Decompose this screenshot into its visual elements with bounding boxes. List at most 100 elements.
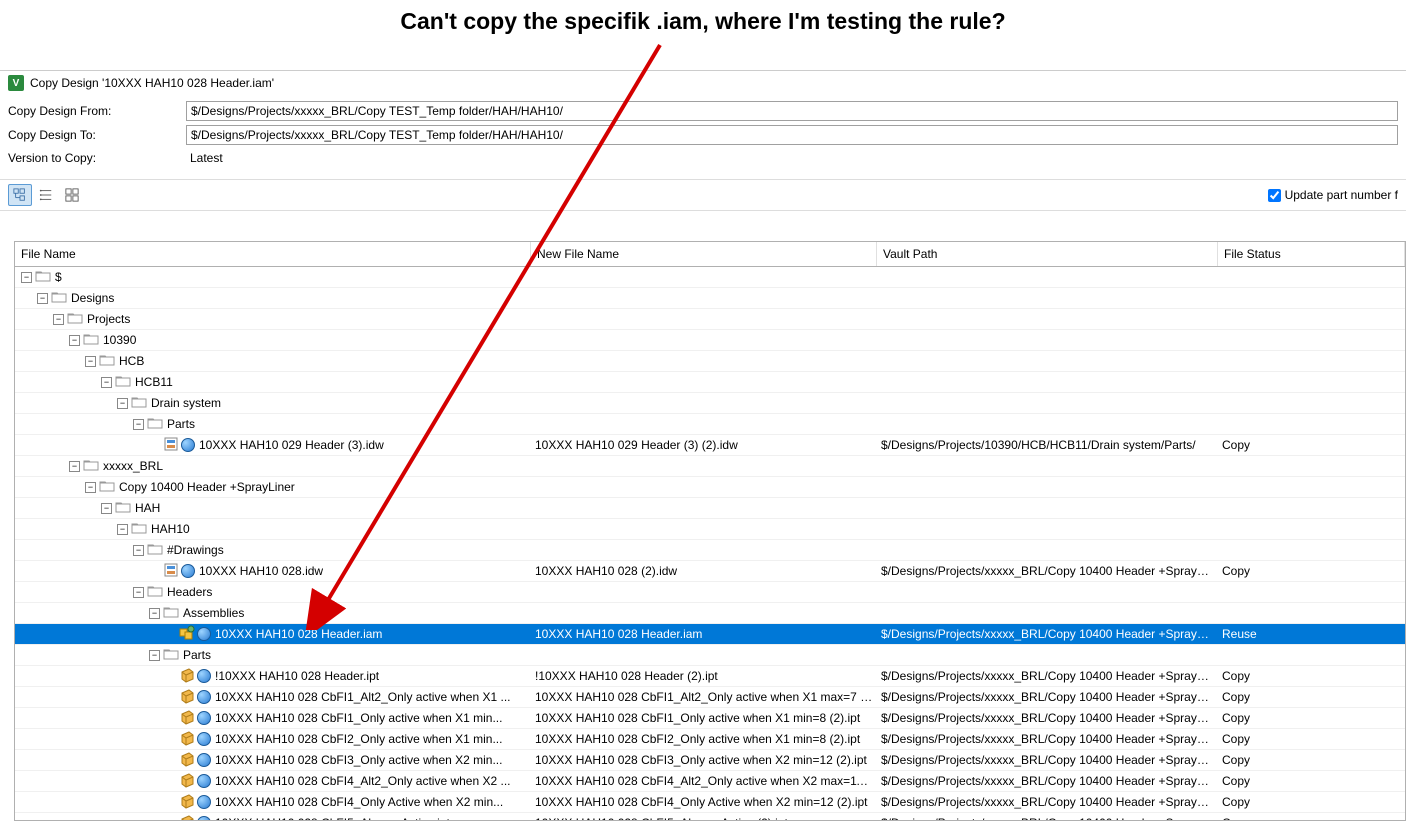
table-row[interactable]: − HAH10 <box>15 519 1405 540</box>
update-part-number-checkbox[interactable]: Update part number f <box>1268 188 1398 202</box>
table-row[interactable]: −Parts <box>15 414 1405 435</box>
new-file-name[interactable]: 10XXX HAH10 028 CbFI4_Alt2_Only active w… <box>531 774 877 788</box>
copy-from-input[interactable] <box>186 101 1398 121</box>
ipt-icon <box>179 730 197 749</box>
table-row[interactable]: −10390 <box>15 330 1405 351</box>
new-file-name[interactable]: 10XXX HAH10 028 CbFI1_Only active when X… <box>531 711 877 725</box>
file-status: Copy <box>1218 816 1405 821</box>
tree-cell: 10XXX HAH10 028 CbFI5_Always Active.ipt <box>15 813 531 821</box>
view-grid-button[interactable] <box>60 184 84 206</box>
table-row[interactable]: −HAH <box>15 498 1405 519</box>
table-row[interactable]: − Designs <box>15 288 1405 309</box>
folder-icon <box>51 290 71 307</box>
table-row[interactable]: 10XXX HAH10 028 CbFI3_Only active when X… <box>15 750 1405 771</box>
collapse-icon[interactable]: − <box>53 314 64 325</box>
ipt-icon <box>179 793 197 812</box>
new-file-name[interactable]: 10XXX HAH10 028 CbFI3_Only active when X… <box>531 753 877 767</box>
table-row[interactable]: 10XXX HAH10 028 CbFI4_Only Active when X… <box>15 792 1405 813</box>
collapse-icon[interactable]: − <box>37 293 48 304</box>
ipt-icon <box>179 814 197 821</box>
no-expander <box>149 566 160 577</box>
tree-cell: −xxxxx_BRL <box>15 456 531 476</box>
globe-icon <box>197 669 211 683</box>
collapse-icon[interactable]: − <box>21 272 32 283</box>
new-file-name[interactable]: 10XXX HAH10 028 CbFI1_Alt2_Only active w… <box>531 690 877 704</box>
new-file-name[interactable]: 10XXX HAH10 028 CbFI2_Only active when X… <box>531 732 877 746</box>
col-new-file-name[interactable]: New File Name <box>531 242 877 266</box>
tree-cell: 10XXX HAH10 028 CbFI3_Only active when X… <box>15 750 531 770</box>
table-row[interactable]: 10XXX HAH10 028.idw10XXX HAH10 028 (2).i… <box>15 561 1405 582</box>
table-row[interactable]: −Parts <box>15 645 1405 666</box>
collapse-icon[interactable]: − <box>69 335 80 346</box>
file-name-label: Assemblies <box>183 606 244 620</box>
table-row[interactable]: 10XXX HAH10 028 CbFI1_Only active when X… <box>15 708 1405 729</box>
collapse-icon[interactable]: − <box>133 545 144 556</box>
table-row[interactable]: 10XXX HAH10 029 Header (3).idw10XXX HAH1… <box>15 435 1405 456</box>
file-name-label: Copy 10400 Header +SprayLiner <box>119 480 295 494</box>
table-row[interactable]: − Copy 10400 Header +SprayLiner <box>15 477 1405 498</box>
new-file-name[interactable]: 10XXX HAH10 029 Header (3) (2).idw <box>531 438 877 452</box>
table-row[interactable]: 10XXX HAH10 028 Header.iam 10XXX HAH10 02… <box>15 624 1405 645</box>
folder-icon <box>163 605 183 622</box>
new-file-name[interactable]: 10XXX HAH10 028 CbFI5_Always Active (2).… <box>531 816 877 821</box>
col-file-status[interactable]: File Status <box>1218 242 1405 266</box>
new-file-name[interactable]: 10XXX HAH10 028 CbFI4_Only Active when X… <box>531 795 877 809</box>
collapse-icon[interactable]: − <box>101 503 112 514</box>
table-row[interactable]: 10XXX HAH10 028 CbFI5_Always Active.ipt 1… <box>15 813 1405 821</box>
table-row[interactable]: − Assemblies <box>15 603 1405 624</box>
tree-cell: −HCB <box>15 351 531 371</box>
view-list-button[interactable] <box>34 184 58 206</box>
file-name-label: HAH10 <box>151 522 190 536</box>
tree-cell: − HCB11 <box>15 372 531 392</box>
view-tree-button[interactable] <box>8 184 32 206</box>
col-file-name[interactable]: File Name <box>15 242 531 266</box>
file-name-label: #Drawings <box>167 543 224 557</box>
collapse-icon[interactable]: − <box>133 419 144 430</box>
new-file-name[interactable]: 10XXX HAH10 028 (2).idw <box>531 564 877 578</box>
collapse-icon[interactable]: − <box>149 650 160 661</box>
file-name-label: 10XXX HAH10 028 CbFI5_Always Active.ipt <box>215 816 450 821</box>
table-row[interactable]: −Drain system <box>15 393 1405 414</box>
collapse-icon[interactable]: − <box>85 356 96 367</box>
collapse-icon[interactable]: − <box>133 587 144 598</box>
file-name-label: Headers <box>167 585 212 599</box>
table-row[interactable]: −xxxxx_BRL <box>15 456 1405 477</box>
file-name-label: !10XXX HAH10 028 Header.ipt <box>215 669 379 683</box>
file-name-label: 10XXX HAH10 028 Header.iam <box>215 627 382 641</box>
file-status: Copy <box>1218 753 1405 767</box>
table-row[interactable]: 10XXX HAH10 028 CbFI1_Alt2_Only active w… <box>15 687 1405 708</box>
table-row[interactable]: − Headers <box>15 582 1405 603</box>
app-icon: V <box>8 75 24 91</box>
file-name-label: HCB11 <box>135 375 173 389</box>
tree-cell: 10XXX HAH10 028.idw <box>15 561 531 581</box>
no-expander <box>165 818 176 821</box>
collapse-icon[interactable]: − <box>85 482 96 493</box>
col-vault-path[interactable]: Vault Path <box>877 242 1218 266</box>
vault-path: $/Designs/Projects/xxxxx_BRL/Copy 10400 … <box>877 732 1218 746</box>
grid-body[interactable]: −$−Designs−Projects−10390−HCB−HCB11−Drai… <box>15 267 1405 821</box>
table-row[interactable]: − #Drawings <box>15 540 1405 561</box>
tree-cell: − Copy 10400 Header +SprayLiner <box>15 477 531 497</box>
collapse-icon[interactable]: − <box>69 461 80 472</box>
copy-to-input[interactable] <box>186 125 1398 145</box>
tree-cell: − #Drawings <box>15 540 531 560</box>
file-name-label: Designs <box>71 291 114 305</box>
update-part-number-input[interactable] <box>1268 189 1281 202</box>
table-row[interactable]: −$ <box>15 267 1405 288</box>
table-row[interactable]: 10XXX HAH10 028 CbFI2_Only active when X… <box>15 729 1405 750</box>
collapse-icon[interactable]: − <box>117 524 128 535</box>
collapse-icon[interactable]: − <box>117 398 128 409</box>
collapse-icon[interactable]: − <box>149 608 160 619</box>
table-row[interactable]: − HCB11 <box>15 372 1405 393</box>
new-file-name[interactable]: !10XXX HAH10 028 Header (2).ipt <box>531 669 877 683</box>
table-row[interactable]: −HCB <box>15 351 1405 372</box>
table-row[interactable]: !10XXX HAH10 028 Header.ipt !10XXX HAH10 … <box>15 666 1405 687</box>
collapse-icon[interactable]: − <box>101 377 112 388</box>
new-file-name[interactable]: 10XXX HAH10 028 Header.iam <box>531 627 877 641</box>
tree-cell: 10XXX HAH10 028 Header.iam <box>15 624 531 644</box>
tree-cell: 10XXX HAH10 028 CbFI1_Only active when X… <box>15 708 531 728</box>
tree-cell: −10390 <box>15 330 531 350</box>
table-row[interactable]: −Projects <box>15 309 1405 330</box>
table-row[interactable]: 10XXX HAH10 028 CbFI4_Alt2_Only active w… <box>15 771 1405 792</box>
globe-icon <box>197 690 211 704</box>
